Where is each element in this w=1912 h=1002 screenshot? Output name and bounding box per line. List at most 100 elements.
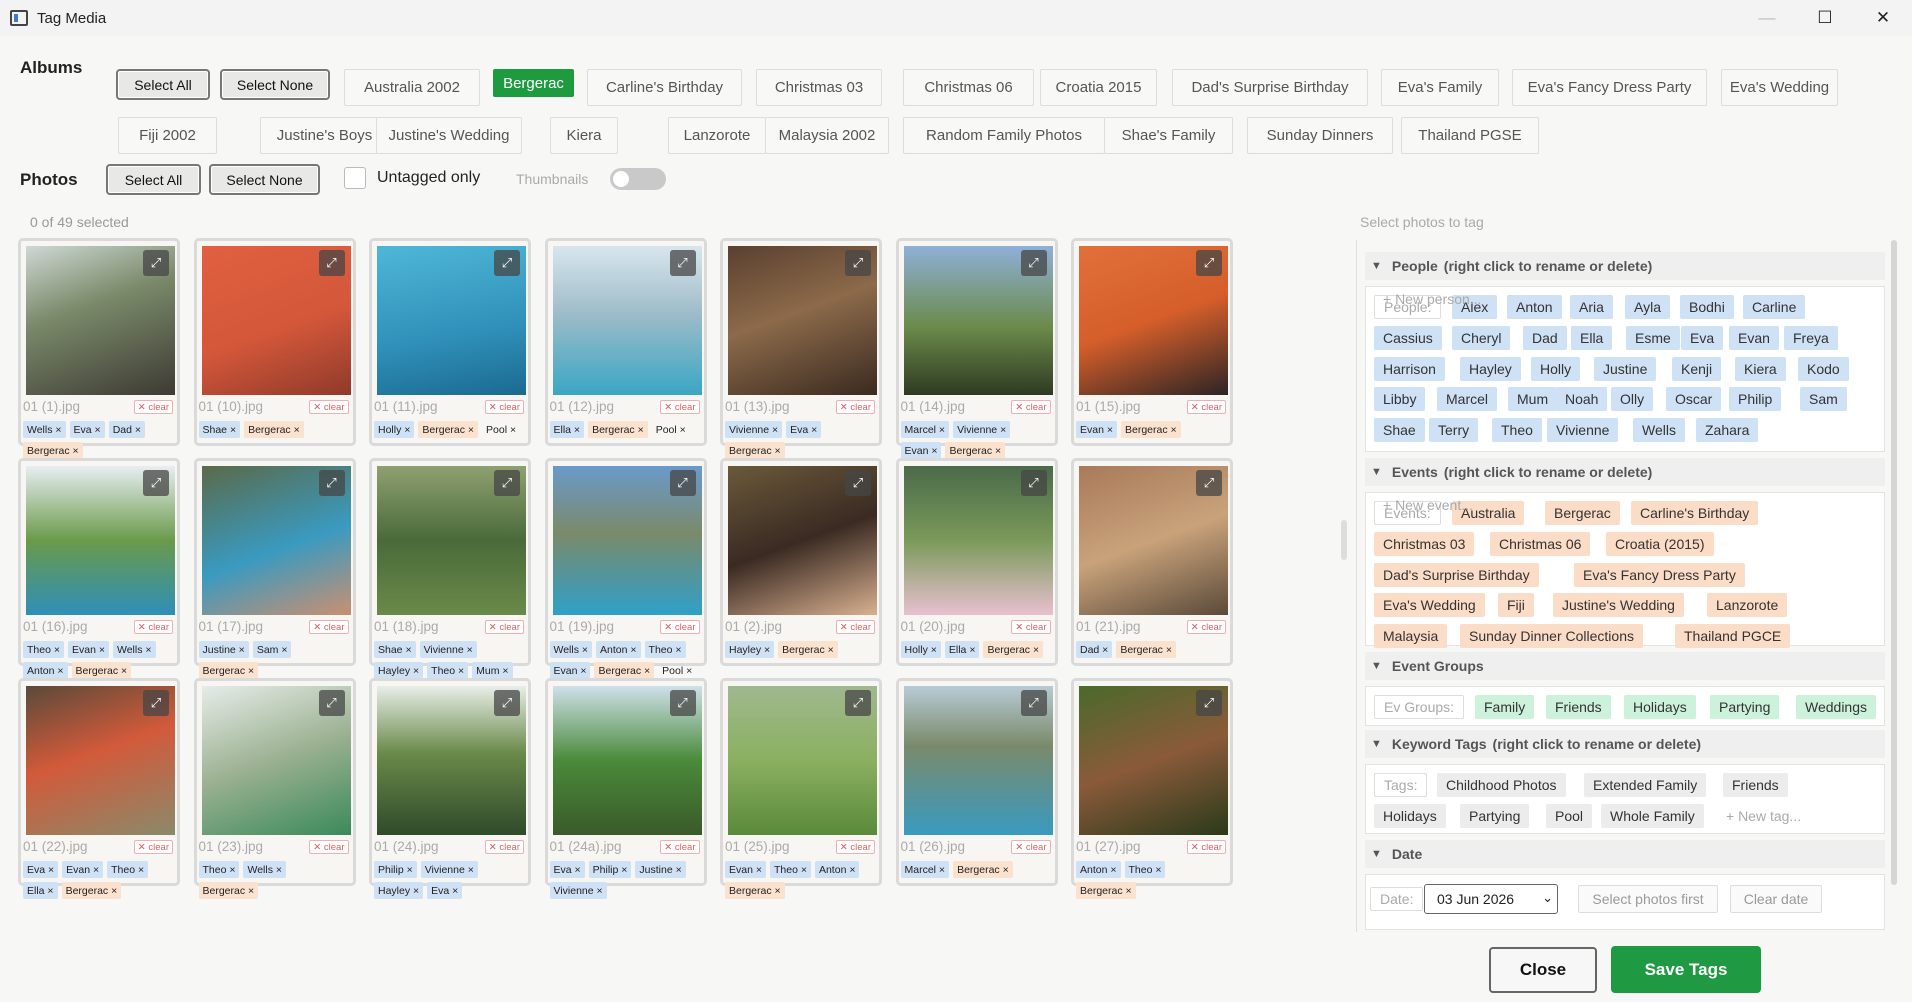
- keyword-tag[interactable]: Pool ×: [652, 421, 690, 438]
- event-tag[interactable]: Bergerac ×: [725, 882, 785, 899]
- clear-tags-button[interactable]: ✕ clear: [1186, 840, 1226, 854]
- event-tag[interactable]: Bergerac ×: [71, 662, 132, 679]
- photo-thumbnail[interactable]: ⤢: [26, 686, 175, 835]
- expand-icon[interactable]: ⤢: [318, 470, 345, 496]
- keywords-chip-partying[interactable]: Partying: [1460, 804, 1530, 828]
- people-chip-wells[interactable]: Wells: [1633, 418, 1685, 442]
- person-tag[interactable]: Wells ×: [23, 421, 66, 438]
- clear-date-button[interactable]: Clear date: [1730, 885, 1822, 913]
- photo-card[interactable]: ⤢ 01 (14).jpg ✕ clear Marcel × Vivienne × Eva…: [895, 238, 1058, 459]
- album-carline-s-birthday[interactable]: Carline's Birthday: [587, 69, 742, 106]
- new-events-input[interactable]: + New event...: [1374, 493, 1482, 517]
- album-christmas-06[interactable]: Christmas 06: [903, 69, 1034, 106]
- person-tag[interactable]: Eva ×: [427, 882, 463, 899]
- person-tag[interactable]: Mum ×: [472, 662, 513, 679]
- collapse-arrow-icon[interactable]: ▼: [1371, 466, 1382, 478]
- event-tag[interactable]: Bergerac ×: [1120, 421, 1181, 438]
- photo-thumbnail[interactable]: ⤢: [552, 686, 702, 835]
- clear-tags-button[interactable]: ✕ clear: [1186, 620, 1226, 634]
- people-chip-terry[interactable]: Terry: [1429, 418, 1479, 442]
- person-tag[interactable]: Theo ×: [198, 861, 240, 878]
- event-tag[interactable]: Bergerac ×: [953, 861, 1013, 878]
- expand-icon[interactable]: ⤢: [318, 250, 345, 276]
- expand-icon[interactable]: ⤢: [494, 470, 520, 496]
- collapse-arrow-icon[interactable]: ▼: [1371, 848, 1382, 860]
- photo-thumbnail[interactable]: ⤢: [1079, 686, 1228, 835]
- expand-icon[interactable]: ⤢: [845, 690, 871, 716]
- expand-icon[interactable]: ⤢: [845, 250, 871, 276]
- people-chip-aria[interactable]: Aria: [1570, 295, 1613, 319]
- people-chip-cheryl[interactable]: Cheryl: [1452, 326, 1511, 350]
- person-tag[interactable]: Theo ×: [107, 861, 149, 878]
- person-tag[interactable]: Theo ×: [1124, 861, 1166, 878]
- expand-icon[interactable]: ⤢: [143, 470, 169, 496]
- album-thailand-pgse[interactable]: Thailand PGSE: [1401, 117, 1539, 154]
- untagged-only-checkbox[interactable]: [344, 167, 366, 189]
- person-tag[interactable]: Anton ×: [23, 662, 68, 679]
- album-sunday-dinners[interactable]: Sunday Dinners: [1247, 117, 1393, 154]
- photo-card[interactable]: ⤢ 01 (24a).jpg ✕ clear Eva × Philip × Justine…: [544, 678, 707, 899]
- album-malaysia-2002[interactable]: Malaysia 2002: [765, 117, 889, 154]
- keywords-chip-pool[interactable]: Pool: [1546, 804, 1593, 828]
- photo-thumbnail[interactable]: ⤢: [728, 246, 877, 395]
- photo-card[interactable]: ⤢ 01 (12).jpg ✕ clear Ella × Bergerac × Pool …: [544, 238, 707, 446]
- photo-card[interactable]: ⤢ 01 (22).jpg ✕ clear Eva × Evan × Theo × Ella…: [18, 678, 180, 899]
- photo-card[interactable]: ⤢ 01 (27).jpg ✕ clear Anton × Theo × Bergerac…: [1071, 678, 1233, 899]
- clear-tags-button[interactable]: ✕ clear: [484, 620, 524, 634]
- person-tag[interactable]: Justine ×: [635, 861, 686, 878]
- clear-tags-button[interactable]: ✕ clear: [660, 620, 700, 634]
- events-chip-sunday-dinner-collections[interactable]: Sunday Dinner Collections: [1460, 624, 1643, 648]
- collapse-arrow-icon[interactable]: ▼: [1371, 738, 1382, 750]
- expand-icon[interactable]: ⤢: [845, 470, 871, 496]
- person-tag[interactable]: Ella ×: [23, 882, 58, 899]
- person-tag[interactable]: Ella ×: [944, 641, 980, 658]
- event-groups-chip-weddings[interactable]: Weddings: [1796, 695, 1877, 719]
- photo-card[interactable]: ⤢ 01 (13).jpg ✕ clear Vivienne × Eva × Berger…: [720, 238, 882, 459]
- date-select[interactable]: 03 Jun 2026 ⌄: [1424, 884, 1558, 914]
- photo-thumbnail[interactable]: ⤢: [26, 466, 175, 615]
- section-header-date[interactable]: ▼ Date: [1365, 840, 1885, 868]
- person-tag[interactable]: Holly ×: [374, 421, 415, 438]
- thumbnails-toggle[interactable]: [610, 168, 666, 190]
- album-christmas-03[interactable]: Christmas 03: [756, 69, 882, 106]
- person-tag[interactable]: Anton ×: [596, 641, 641, 658]
- expand-icon[interactable]: ⤢: [1020, 470, 1047, 496]
- person-tag[interactable]: Anton ×: [1076, 861, 1121, 878]
- person-tag[interactable]: Theo ×: [23, 641, 64, 658]
- event-tag[interactable]: Bergerac ×: [1116, 641, 1176, 658]
- collapse-arrow-icon[interactable]: ▼: [1371, 260, 1382, 272]
- photo-card[interactable]: ⤢ 01 (25).jpg ✕ clear Evan × Theo × Anton × Be…: [720, 678, 882, 899]
- expand-icon[interactable]: ⤢: [669, 250, 696, 276]
- expand-icon[interactable]: ⤢: [669, 690, 696, 716]
- events-chip-carline-s-birthday[interactable]: Carline's Birthday: [1631, 501, 1759, 525]
- keywords-chip-childhood-photos[interactable]: Childhood Photos: [1437, 773, 1566, 797]
- people-chip-noah[interactable]: Noah: [1556, 387, 1608, 411]
- event-tag[interactable]: Bergerac ×: [418, 421, 479, 438]
- expand-icon[interactable]: ⤢: [1020, 250, 1047, 276]
- people-chip-esme[interactable]: Esme: [1626, 326, 1680, 350]
- album-croatia-2015[interactable]: Croatia 2015: [1040, 69, 1157, 106]
- album-eva-s-wedding[interactable]: Eva's Wedding: [1721, 69, 1838, 106]
- person-tag[interactable]: Vivienne ×: [419, 641, 477, 658]
- person-tag[interactable]: Holly ×: [900, 641, 941, 658]
- person-tag[interactable]: Philip ×: [588, 861, 632, 878]
- person-tag[interactable]: Wells ×: [243, 861, 287, 878]
- albums-select-none-button[interactable]: Select None: [220, 69, 330, 100]
- people-chip-theo[interactable]: Theo: [1492, 418, 1542, 442]
- people-chip-marcel[interactable]: Marcel: [1437, 387, 1498, 411]
- photo-card[interactable]: ⤢ 01 (16).jpg ✕ clear Theo × Evan × Wells × An…: [18, 458, 180, 698]
- album-fiji-2002[interactable]: Fiji 2002: [118, 117, 217, 154]
- clear-tags-button[interactable]: ✕ clear: [835, 400, 875, 414]
- event-tag[interactable]: Bergerac ×: [983, 641, 1044, 658]
- expand-icon[interactable]: ⤢: [494, 250, 520, 276]
- people-chip-freya[interactable]: Freya: [1784, 326, 1838, 350]
- person-tag[interactable]: Hayley ×: [725, 641, 775, 658]
- photo-card[interactable]: ⤢ 01 (17).jpg ✕ clear Justine × Sam × Bergera…: [193, 458, 356, 679]
- people-chip-bodhi[interactable]: Bodhi: [1680, 295, 1734, 319]
- person-tag[interactable]: Wells ×: [112, 641, 156, 658]
- person-tag[interactable]: Evan ×: [725, 861, 766, 878]
- events-chip-eva-s-wedding[interactable]: Eva's Wedding: [1374, 593, 1485, 617]
- clear-tags-button[interactable]: ✕ clear: [133, 840, 173, 854]
- photos-select-none-button[interactable]: Select None: [209, 164, 320, 195]
- keywords-chip-extended-family[interactable]: Extended Family: [1584, 773, 1707, 797]
